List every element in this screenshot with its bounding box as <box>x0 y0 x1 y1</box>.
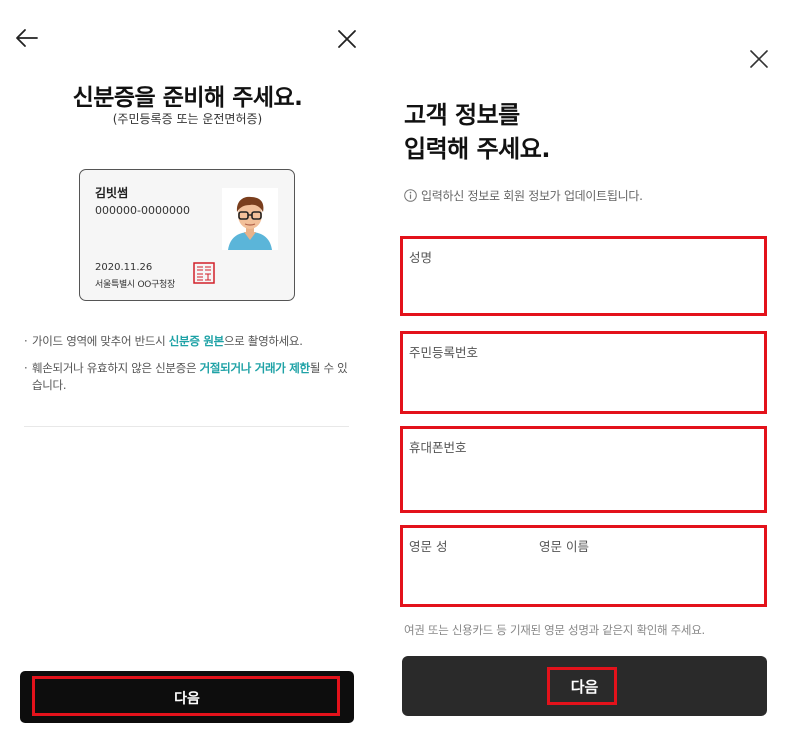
info-text: 입력하신 정보로 회원 정보가 업데이트됩니다. <box>421 189 643 203</box>
guide-bullet-1: · 가이드 영역에 맞추어 반드시 신분증 원본으로 촬영하세요. <box>24 333 354 350</box>
bullet-text: 훼손되거나 유효하지 않은 신분증은 <box>32 361 200 375</box>
card-id-number: 000000-0000000 <box>95 204 190 217</box>
page-subtitle: (주민등록증 또는 운전면허증) <box>112 112 263 126</box>
next-button-label: 다음 <box>570 678 599 696</box>
close-icon[interactable] <box>746 46 772 72</box>
english-name-field[interactable]: 영문 성 영문 이름 <box>400 525 767 607</box>
bullet-dot: · <box>24 361 28 375</box>
english-first-name-label: 영문 이름 <box>539 539 589 554</box>
resident-number-input[interactable] <box>409 377 758 403</box>
avatar-photo <box>222 188 278 250</box>
title-line-2: 입력해 주세요. <box>404 135 550 163</box>
page-title: 고객 정보를 입력해 주세요. <box>404 98 550 166</box>
resident-number-label: 주민등록번호 <box>409 345 479 360</box>
name-field[interactable]: 성명 <box>400 236 767 316</box>
phone-number-field[interactable]: 휴대폰번호 <box>400 426 767 513</box>
title-line-1: 고객 정보를 <box>404 101 520 129</box>
info-circle-icon <box>404 189 417 202</box>
close-icon[interactable] <box>334 26 360 52</box>
next-button[interactable]: 다음 <box>402 656 767 716</box>
bullet-text: 가이드 영역에 맞추어 반드시 <box>32 334 169 348</box>
card-holder-name: 김빗썸 <box>95 186 129 200</box>
bullet-highlight: 거절되거나 거래가 제한 <box>199 361 311 375</box>
next-button-label: 다음 <box>174 691 200 707</box>
name-input[interactable] <box>409 279 758 305</box>
page-title: 신분증을 준비해 주세요. <box>72 85 303 111</box>
info-notice: 입력하신 정보로 회원 정보가 업데이트됩니다. <box>404 187 643 204</box>
back-arrow-icon[interactable] <box>14 26 40 50</box>
guide-bullet-2: · 훼손되거나 유효하지 않은 신분증은 거절되거나 거래가 제한될 수 있습니… <box>24 360 354 394</box>
official-seal-icon <box>193 262 215 284</box>
phone-number-label: 휴대폰번호 <box>409 440 467 455</box>
english-last-name-label: 영문 성 <box>409 539 448 554</box>
name-field-label: 성명 <box>409 250 433 265</box>
bullet-text: 으로 촬영하세요. <box>223 334 303 348</box>
english-name-input[interactable] <box>409 570 758 596</box>
divider <box>24 426 349 427</box>
resident-number-field[interactable]: 주민등록번호 <box>400 331 767 414</box>
card-issuer: 서울특별시 OO구청장 <box>95 280 175 290</box>
english-name-note: 여권 또는 신용카드 등 기재된 영문 성명과 같은지 확인해 주세요. <box>404 623 705 637</box>
bullet-highlight: 신분증 원본 <box>168 334 224 348</box>
phone-number-input[interactable] <box>409 476 758 502</box>
bullet-dot: · <box>24 334 28 348</box>
next-button[interactable]: 다음 <box>20 671 354 723</box>
id-card-illustration: 김빗썸 000000-0000000 2020.11.26 서울특별시 OO구청… <box>79 169 295 301</box>
card-issue-date: 2020.11.26 <box>95 262 153 273</box>
